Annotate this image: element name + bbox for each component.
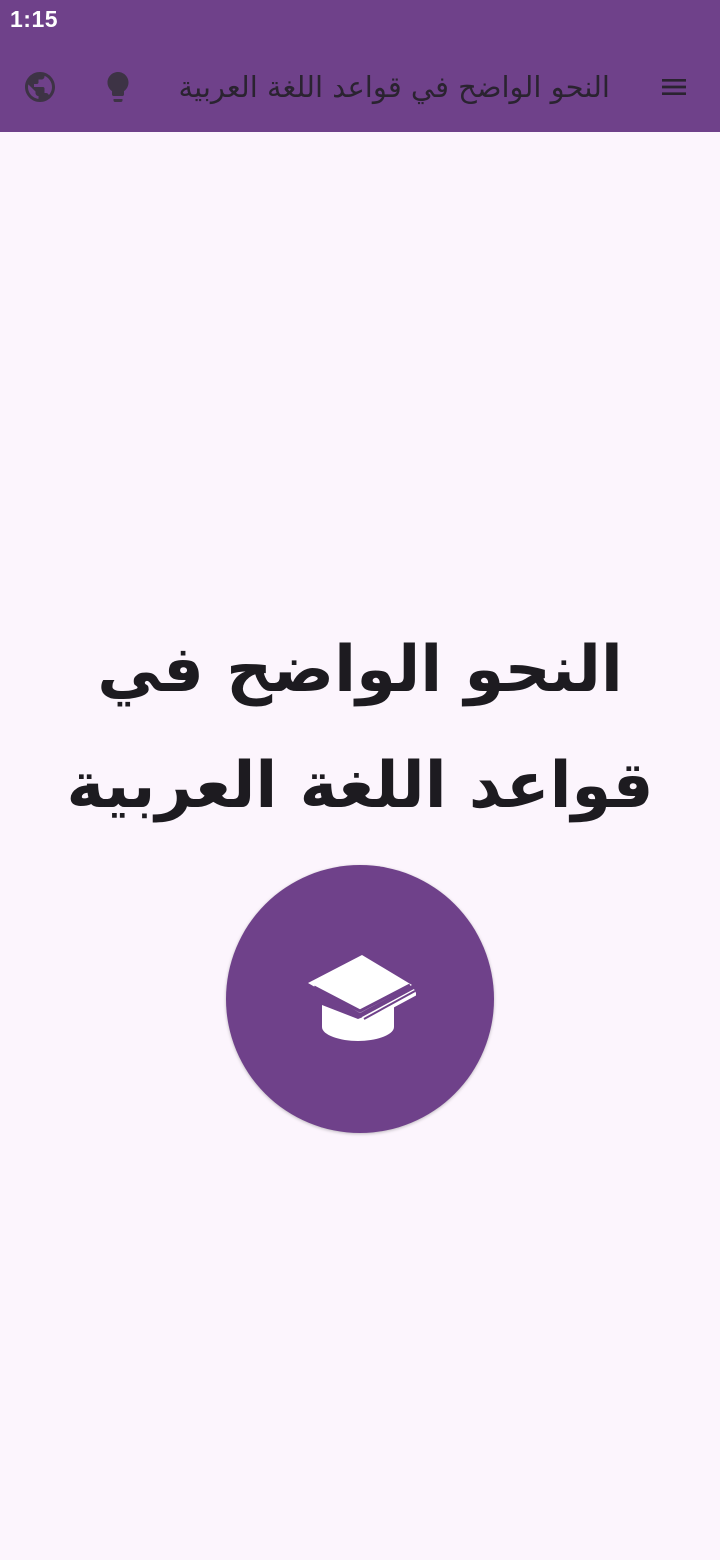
language-button[interactable] xyxy=(16,63,64,111)
globe-icon xyxy=(25,72,55,102)
status-bar: 1:15 xyxy=(0,0,720,42)
app-bar: النحو الواضح في قواعد اللغة العربية xyxy=(0,42,720,132)
menu-icon xyxy=(662,79,686,95)
menu-button[interactable] xyxy=(650,63,698,111)
lightbulb-button[interactable] xyxy=(94,63,142,111)
app-logo xyxy=(226,865,494,1133)
lightbulb-icon xyxy=(107,72,129,102)
graduation-cap-book-icon xyxy=(308,955,416,1041)
status-time: 1:15 xyxy=(10,6,59,32)
main-heading: النحو الواضح في قواعد اللغة العربية xyxy=(66,633,654,823)
app-title: النحو الواضح في قواعد اللغة العربية xyxy=(178,70,610,104)
